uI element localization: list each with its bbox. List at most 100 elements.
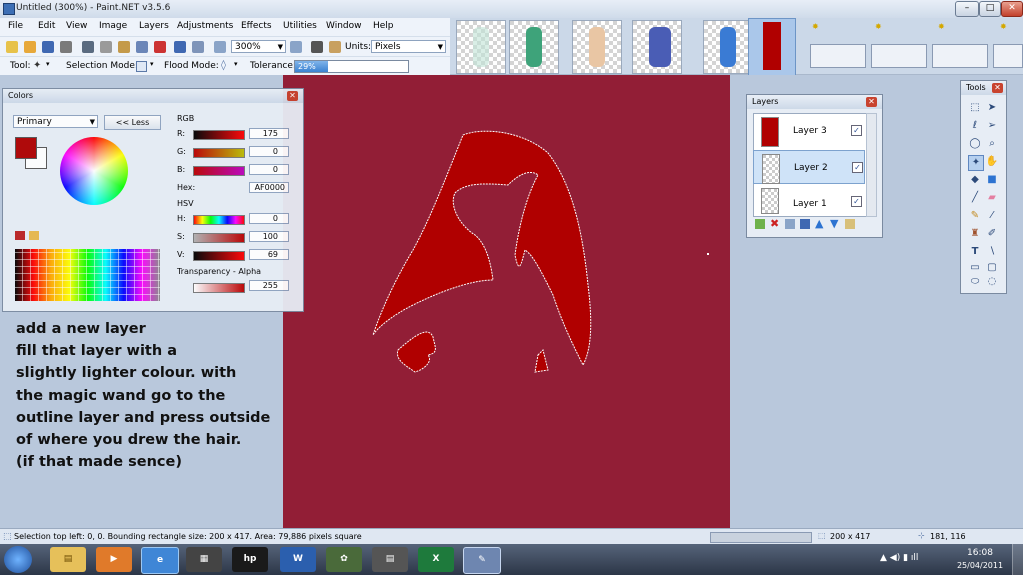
copy-icon[interactable] (100, 41, 112, 53)
move-selection-icon[interactable]: ➤ (985, 101, 999, 115)
clock-date[interactable]: 25/04/2011 (955, 561, 1005, 570)
paste-icon[interactable] (118, 41, 130, 53)
add-layer-icon[interactable] (755, 219, 765, 229)
h-input[interactable]: 0 (249, 213, 289, 224)
menu-utilities[interactable]: Utilities (283, 21, 317, 31)
menu-image[interactable]: Image (99, 21, 127, 31)
color-picker-icon[interactable]: ⁄ (985, 209, 999, 223)
gradient-icon[interactable]: ■ (985, 173, 999, 187)
color-swatch-small[interactable] (15, 231, 25, 240)
freeform-shape-icon[interactable]: ◌ (985, 275, 999, 289)
image-tab-1[interactable] (456, 20, 506, 74)
layer-visibility-checkbox[interactable]: ✓ (851, 196, 862, 207)
paint-bucket-icon[interactable]: ◆ (968, 173, 982, 187)
g-input[interactable]: 0 (249, 146, 289, 157)
zoom-out-icon[interactable] (214, 41, 226, 53)
layer-row-2[interactable]: Layer 2 ✓ (753, 150, 865, 184)
maximize-button[interactable]: □ (979, 1, 1001, 17)
alpha-slider[interactable] (193, 283, 245, 293)
h-slider[interactable] (193, 215, 245, 225)
layers-scrollbar[interactable] (866, 113, 877, 217)
clone-stamp-icon[interactable]: ♜ (968, 227, 982, 241)
layer-visibility-checkbox[interactable]: ✓ (851, 125, 862, 136)
image-tab-7[interactable] (871, 44, 927, 68)
pan-icon[interactable]: ✋ (985, 155, 999, 169)
lasso-select-icon[interactable]: ℓ (968, 119, 982, 133)
chevron-down-icon[interactable]: ▾ (150, 60, 154, 68)
explorer-taskbar-icon[interactable]: ▤ (50, 547, 86, 572)
menu-edit[interactable]: Edit (38, 21, 55, 31)
menu-view[interactable]: View (66, 21, 87, 31)
close-button[interactable]: ✕ (1001, 1, 1023, 17)
redo-icon[interactable] (192, 41, 204, 53)
paintbrush-icon[interactable]: ╱ (968, 191, 982, 205)
b-input[interactable]: 0 (249, 164, 289, 175)
paintnet-taskbar-icon[interactable]: ✎ (463, 547, 501, 574)
minimize-button[interactable]: – (955, 1, 979, 17)
pencil-icon[interactable]: ✎ (968, 209, 982, 223)
palette-menu-icon[interactable] (29, 231, 39, 240)
save-icon[interactable] (42, 41, 54, 53)
image-tab-active[interactable] (748, 18, 796, 76)
menu-layers[interactable]: Layers (139, 21, 169, 31)
s-input[interactable]: 100 (249, 231, 289, 242)
start-button[interactable] (4, 546, 32, 573)
hex-input[interactable]: AF0000 (249, 182, 289, 193)
selection-mode-icon[interactable] (136, 61, 147, 72)
hp-taskbar-icon[interactable]: hp (232, 547, 268, 572)
merge-layer-icon[interactable] (800, 219, 810, 229)
cut-icon[interactable] (82, 41, 94, 53)
deselect-icon[interactable] (154, 41, 166, 53)
primary-secondary-select[interactable]: Primary ▼ (13, 115, 98, 128)
close-icon[interactable]: ✕ (866, 97, 877, 107)
menu-adjustments[interactable]: Adjustments (177, 21, 233, 31)
move-selected-icon[interactable]: ➢ (985, 119, 999, 133)
r-slider[interactable] (193, 130, 245, 140)
menu-help[interactable]: Help (373, 21, 394, 31)
magic-wand-icon[interactable]: ✦ (968, 155, 984, 171)
media-player-taskbar-icon[interactable]: ▶ (96, 547, 132, 572)
flood-mode-icon[interactable]: ◊ (221, 60, 230, 71)
layer-row-3[interactable]: Layer 3 ✓ (753, 114, 865, 148)
tray-icons[interactable]: ▲ ◀) ▮ ıll (880, 553, 918, 563)
recolor-icon[interactable]: ✐ (985, 227, 999, 241)
menu-effects[interactable]: Effects (241, 21, 272, 31)
image-tab-4[interactable] (632, 20, 682, 74)
grid-icon[interactable] (311, 41, 323, 53)
image-tab-6[interactable] (810, 44, 866, 68)
crop-icon[interactable] (136, 41, 148, 53)
image-tab-9[interactable] (993, 44, 1023, 68)
chevron-down-icon[interactable]: ▾ (234, 60, 238, 68)
rounded-rectangle-icon[interactable]: ▢ (985, 261, 999, 275)
less-button[interactable]: << Less (104, 115, 161, 130)
r-input[interactable]: 175 (249, 128, 289, 139)
app-taskbar-icon[interactable]: ▦ (186, 547, 222, 572)
g-slider[interactable] (193, 148, 245, 158)
app3-taskbar-icon[interactable]: ▤ (372, 547, 408, 572)
zoom-in-icon[interactable] (290, 41, 302, 53)
ruler-icon[interactable] (329, 41, 341, 53)
menu-file[interactable]: File (8, 21, 23, 31)
app2-taskbar-icon[interactable]: ✿ (326, 547, 362, 572)
v-slider[interactable] (193, 251, 245, 261)
ellipse-select-icon[interactable]: ◯ (968, 137, 982, 151)
ie-taskbar-icon[interactable]: e (141, 547, 179, 574)
magic-wand-icon[interactable]: ✦ (33, 60, 44, 71)
clock-time[interactable]: 16:08 (960, 548, 1000, 558)
show-desktop-button[interactable] (1012, 544, 1023, 575)
delete-layer-icon[interactable]: ✖ (770, 217, 779, 230)
zoom-select[interactable]: 300% ▼ (231, 40, 286, 53)
new-icon[interactable] (6, 41, 18, 53)
layer-visibility-checkbox[interactable]: ✓ (852, 162, 863, 173)
line-curve-icon[interactable]: ∖ (985, 245, 999, 259)
tolerance-slider[interactable]: 29% (294, 60, 409, 73)
word-taskbar-icon[interactable]: W (280, 547, 316, 572)
units-select[interactable]: Pixels ▼ (371, 40, 446, 53)
b-slider[interactable] (193, 166, 245, 176)
image-canvas[interactable] (283, 75, 730, 528)
excel-taskbar-icon[interactable]: X (418, 547, 454, 572)
menu-window[interactable]: Window (326, 21, 362, 31)
color-wheel[interactable] (60, 137, 128, 205)
undo-icon[interactable] (174, 41, 186, 53)
close-icon[interactable]: ✕ (287, 91, 298, 101)
